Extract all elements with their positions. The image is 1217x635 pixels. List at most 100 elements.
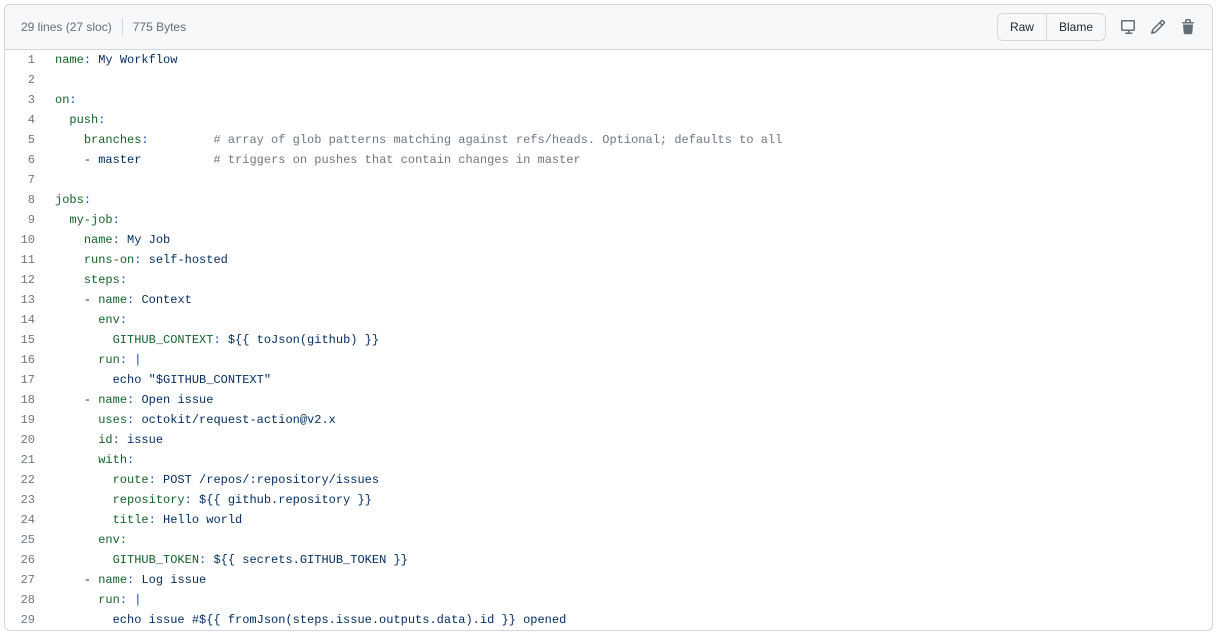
code-line: - name: Context xyxy=(45,290,1212,310)
trash-icon[interactable] xyxy=(1180,19,1196,35)
file-header: 29 lines (27 sloc) 775 Bytes Raw Blame xyxy=(5,5,1212,50)
line-number[interactable]: 1 xyxy=(5,50,45,70)
code-line: branches: # array of glob patterns match… xyxy=(45,130,1212,150)
code-row: 6 - master # triggers on pushes that con… xyxy=(5,150,1212,170)
code-row: 15 GITHUB_CONTEXT: ${{ toJson(github) }} xyxy=(5,330,1212,350)
code-row: 11 runs-on: self-hosted xyxy=(5,250,1212,270)
code-row: 26 GITHUB_TOKEN: ${{ secrets.GITHUB_TOKE… xyxy=(5,550,1212,570)
code-line: uses: octokit/request-action@v2.x xyxy=(45,410,1212,430)
code-row: 3on: xyxy=(5,90,1212,110)
raw-blame-button-group: Raw Blame xyxy=(997,13,1106,41)
line-number[interactable]: 9 xyxy=(5,210,45,230)
raw-button[interactable]: Raw xyxy=(997,13,1047,41)
code-line: route: POST /repos/:repository/issues xyxy=(45,470,1212,490)
code-line: title: Hello world xyxy=(45,510,1212,530)
code-row: 29 echo issue #${{ fromJson(steps.issue.… xyxy=(5,610,1212,630)
lines-count-label: 29 lines (27 sloc) xyxy=(21,20,112,34)
code-row: 24 title: Hello world xyxy=(5,510,1212,530)
code-row: 7 xyxy=(5,170,1212,190)
code-row: 21 with: xyxy=(5,450,1212,470)
code-line: steps: xyxy=(45,270,1212,290)
line-number[interactable]: 16 xyxy=(5,350,45,370)
code-line: my-job: xyxy=(45,210,1212,230)
line-number[interactable]: 29 xyxy=(5,610,45,630)
line-number[interactable]: 20 xyxy=(5,430,45,450)
code-row: 8jobs: xyxy=(5,190,1212,210)
code-row: 16 run: | xyxy=(5,350,1212,370)
code-row: 17 echo "$GITHUB_CONTEXT" xyxy=(5,370,1212,390)
code-row: 14 env: xyxy=(5,310,1212,330)
code-row: 4 push: xyxy=(5,110,1212,130)
line-number[interactable]: 12 xyxy=(5,270,45,290)
code-line: - name: Open issue xyxy=(45,390,1212,410)
code-line: env: xyxy=(45,530,1212,550)
line-number[interactable]: 23 xyxy=(5,490,45,510)
code-line: - master # triggers on pushes that conta… xyxy=(45,150,1212,170)
line-number[interactable]: 27 xyxy=(5,570,45,590)
line-number[interactable]: 5 xyxy=(5,130,45,150)
line-number[interactable]: 19 xyxy=(5,410,45,430)
code-row: 13 - name: Context xyxy=(5,290,1212,310)
code-row: 25 env: xyxy=(5,530,1212,550)
header-divider xyxy=(122,18,123,36)
code-line: repository: ${{ github.repository }} xyxy=(45,490,1212,510)
code-line: env: xyxy=(45,310,1212,330)
code-row: 27 - name: Log issue xyxy=(5,570,1212,590)
file-size-label: 775 Bytes xyxy=(133,20,186,34)
line-number[interactable]: 15 xyxy=(5,330,45,350)
file-box: 29 lines (27 sloc) 775 Bytes Raw Blame 1… xyxy=(4,4,1213,631)
line-number[interactable]: 26 xyxy=(5,550,45,570)
line-number[interactable]: 14 xyxy=(5,310,45,330)
code-row: 10 name: My Job xyxy=(5,230,1212,250)
code-line: echo issue #${{ fromJson(steps.issue.out… xyxy=(45,610,1212,630)
code-line: runs-on: self-hosted xyxy=(45,250,1212,270)
line-number[interactable]: 10 xyxy=(5,230,45,250)
code-line xyxy=(45,170,1212,190)
code-line: name: My Workflow xyxy=(45,50,1212,70)
code-line: GITHUB_CONTEXT: ${{ toJson(github) }} xyxy=(45,330,1212,350)
code-table: 1name: My Workflow2 3on:4 push:5 branche… xyxy=(5,50,1212,630)
code-row: 22 route: POST /repos/:repository/issues xyxy=(5,470,1212,490)
code-line xyxy=(45,70,1212,90)
line-number[interactable]: 21 xyxy=(5,450,45,470)
desktop-icon[interactable] xyxy=(1120,19,1136,35)
code-row: 19 uses: octokit/request-action@v2.x xyxy=(5,410,1212,430)
code-row: 18 - name: Open issue xyxy=(5,390,1212,410)
line-number[interactable]: 4 xyxy=(5,110,45,130)
line-number[interactable]: 3 xyxy=(5,90,45,110)
line-number[interactable]: 6 xyxy=(5,150,45,170)
code-line: - name: Log issue xyxy=(45,570,1212,590)
code-row: 5 branches: # array of glob patterns mat… xyxy=(5,130,1212,150)
code-line: on: xyxy=(45,90,1212,110)
line-number[interactable]: 22 xyxy=(5,470,45,490)
code-row: 28 run: | xyxy=(5,590,1212,610)
file-actions: Raw Blame xyxy=(997,13,1196,41)
line-number[interactable]: 13 xyxy=(5,290,45,310)
line-number[interactable]: 25 xyxy=(5,530,45,550)
code-row: 1name: My Workflow xyxy=(5,50,1212,70)
blame-button[interactable]: Blame xyxy=(1046,13,1106,41)
code-row: 2 xyxy=(5,70,1212,90)
pencil-icon[interactable] xyxy=(1150,19,1166,35)
line-number[interactable]: 28 xyxy=(5,590,45,610)
code-line: run: | xyxy=(45,590,1212,610)
code-line: run: | xyxy=(45,350,1212,370)
line-number[interactable]: 11 xyxy=(5,250,45,270)
code-line: id: issue xyxy=(45,430,1212,450)
code-row: 23 repository: ${{ github.repository }} xyxy=(5,490,1212,510)
code-area: 1name: My Workflow2 3on:4 push:5 branche… xyxy=(5,50,1212,630)
file-info: 29 lines (27 sloc) 775 Bytes xyxy=(21,18,186,36)
line-number[interactable]: 7 xyxy=(5,170,45,190)
code-line: echo "$GITHUB_CONTEXT" xyxy=(45,370,1212,390)
line-number[interactable]: 18 xyxy=(5,390,45,410)
code-line: push: xyxy=(45,110,1212,130)
code-line: name: My Job xyxy=(45,230,1212,250)
line-number[interactable]: 8 xyxy=(5,190,45,210)
code-line: GITHUB_TOKEN: ${{ secrets.GITHUB_TOKEN }… xyxy=(45,550,1212,570)
line-number[interactable]: 17 xyxy=(5,370,45,390)
code-line: with: xyxy=(45,450,1212,470)
code-row: 20 id: issue xyxy=(5,430,1212,450)
code-row: 12 steps: xyxy=(5,270,1212,290)
line-number[interactable]: 24 xyxy=(5,510,45,530)
line-number[interactable]: 2 xyxy=(5,70,45,90)
